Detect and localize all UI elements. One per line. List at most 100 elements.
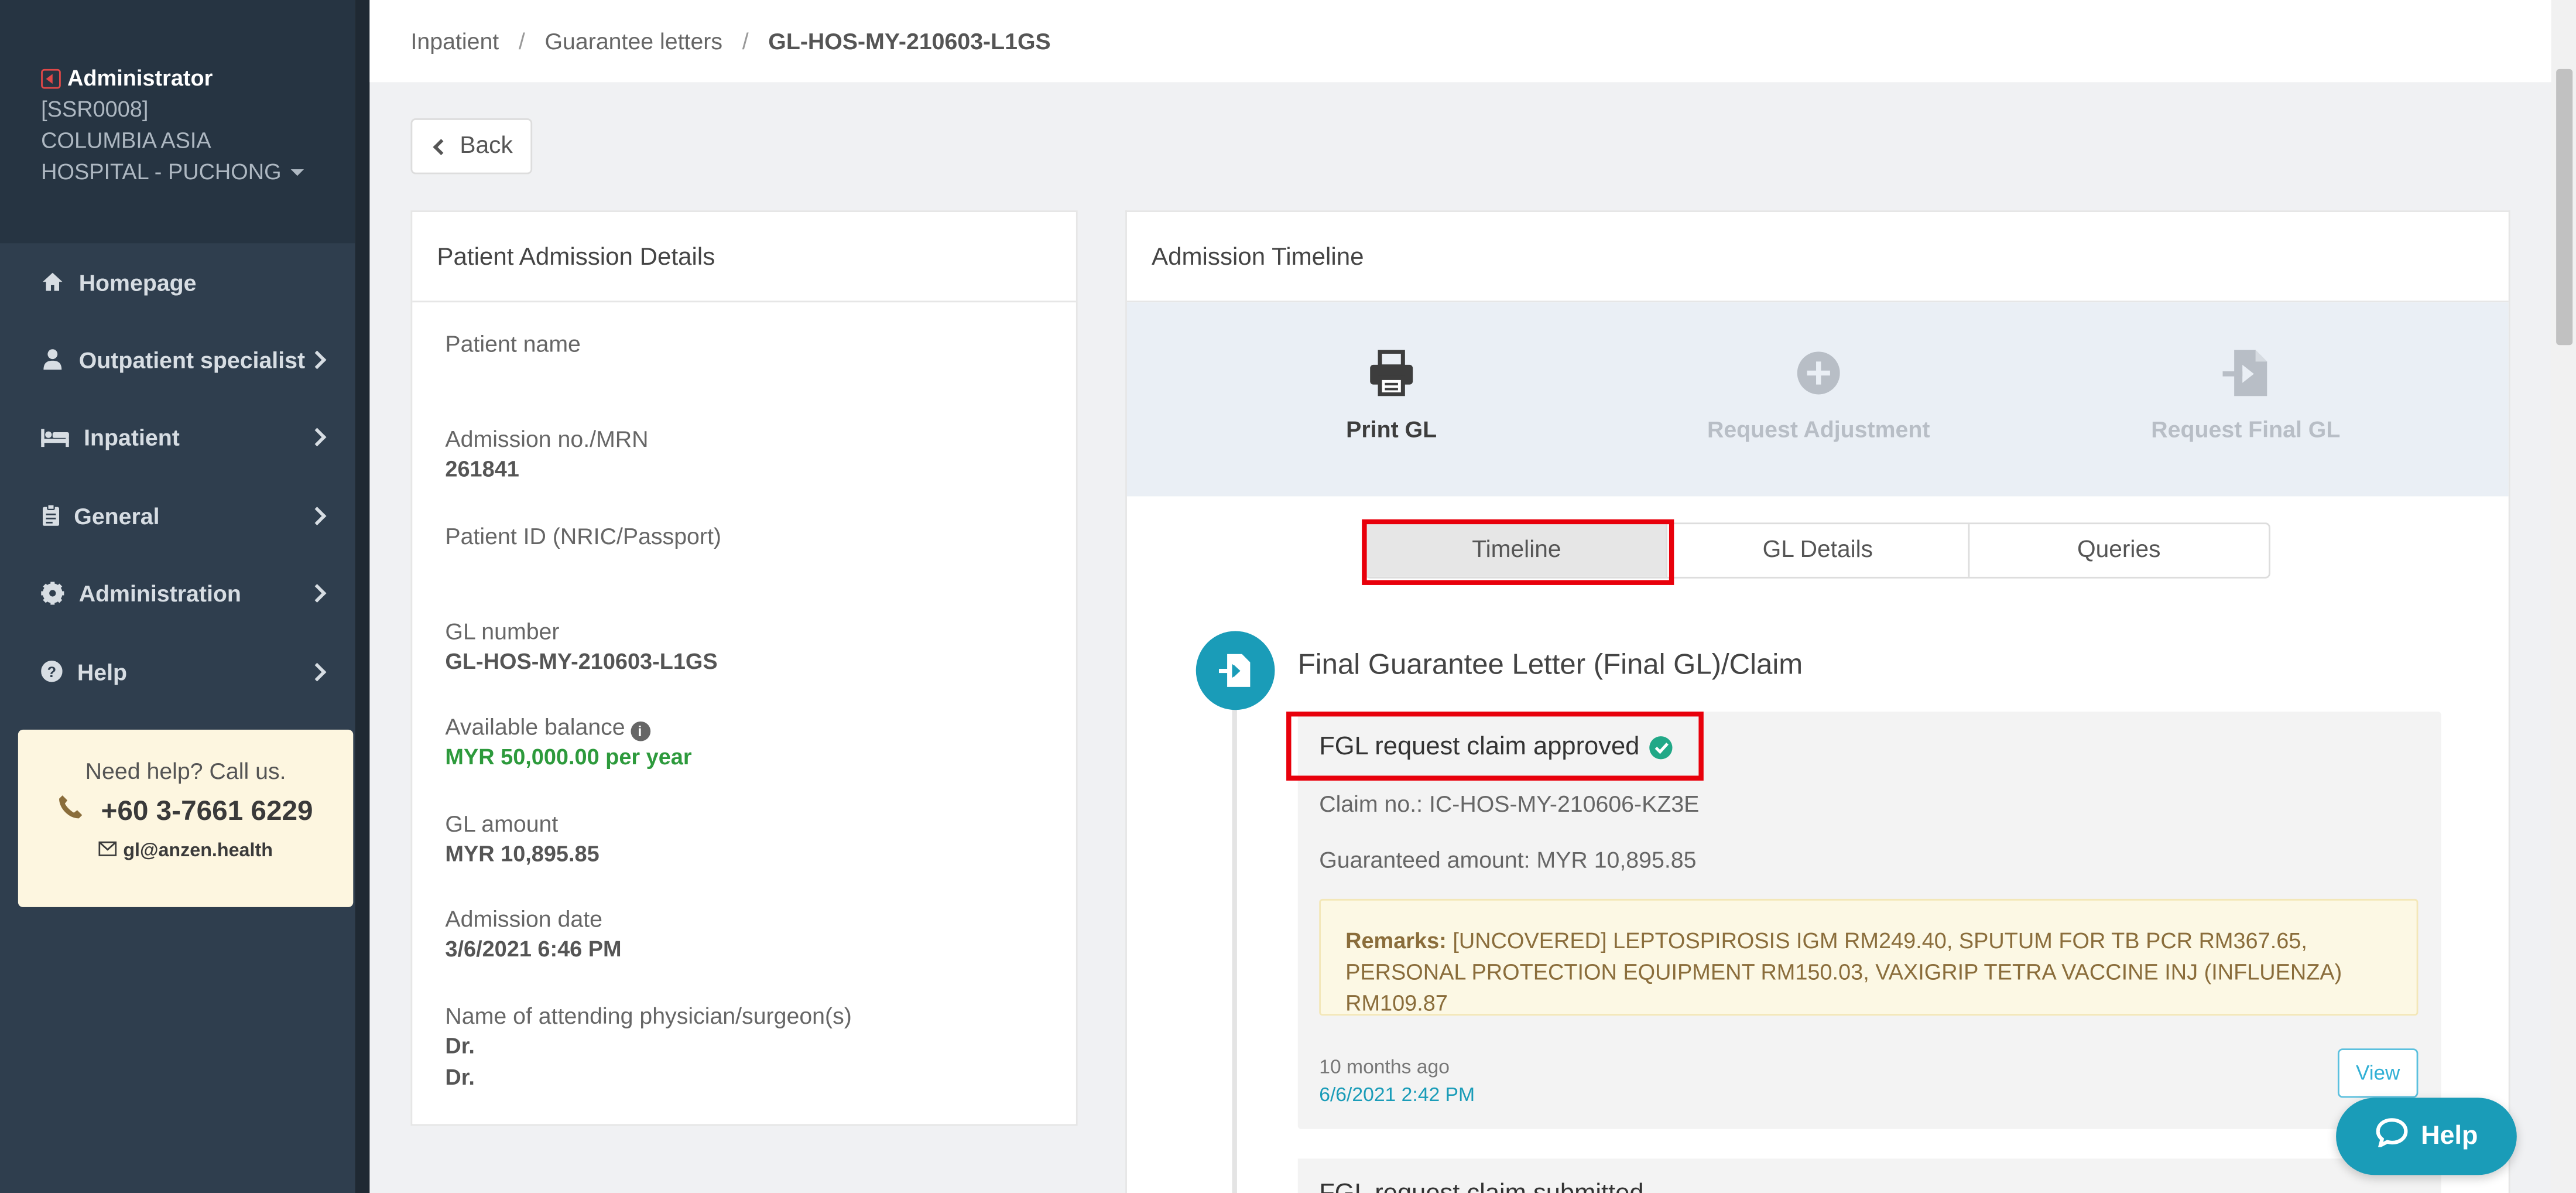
chat-bubble-icon <box>2375 1117 2408 1156</box>
field-label: Patient ID (NRIC/Passport) <box>445 522 722 549</box>
sidebar-item-administration[interactable]: Administration <box>0 555 355 633</box>
sidebar-item-homepage[interactable]: Homepage <box>0 243 355 320</box>
back-button-label: Back <box>460 133 513 160</box>
sidebar: Administrator [SSR0008] COLUMBIA ASIA HO… <box>0 0 355 1193</box>
logout-icon[interactable] <box>41 68 61 88</box>
sidebar-item-inpatient[interactable]: Inpatient <box>0 398 355 476</box>
field-gl-number: GL number GL-HOS-MY-210603-L1GS <box>445 616 717 677</box>
envelope-icon <box>98 841 117 862</box>
user-code: [SSR0008] <box>41 97 149 122</box>
back-button[interactable]: Back <box>410 118 533 175</box>
field-label: Admission no./MRN <box>445 425 649 452</box>
chevron-right-icon <box>307 662 327 681</box>
action-label: Print GL <box>1346 415 1437 442</box>
field-label: GL amount <box>445 810 559 837</box>
help-phone-number: +60 3-7661 6229 <box>101 794 313 826</box>
patient-panel-title: Patient Admission Details <box>412 212 1076 303</box>
sidebar-item-outpatient-specialist[interactable]: Outpatient specialist <box>0 320 355 398</box>
help-email-address: gl@anzen.health <box>123 841 273 862</box>
chevron-right-icon <box>307 428 327 447</box>
breadcrumb-separator: / <box>742 28 749 54</box>
sidebar-item-label: Homepage <box>78 268 197 295</box>
field-value: 3/6/2021 6:46 PM <box>445 936 622 962</box>
hospital-name: COLUMBIA ASIA HOSPITAL - PUCHONG <box>41 128 282 184</box>
highlight-box-tab <box>1362 519 1674 585</box>
request-final-gl-action[interactable]: Request Final GL <box>2081 302 2410 442</box>
caret-down-icon <box>291 170 304 177</box>
help-button[interactable]: Help <box>2336 1098 2517 1175</box>
bed-icon <box>41 426 69 449</box>
tab-gl-details[interactable]: GL Details <box>1668 524 1969 577</box>
breadcrumb-separator: / <box>518 28 525 54</box>
field-label: Patient name <box>445 330 581 357</box>
field-gl-amount: GL amount MYR 10,895.85 <box>445 809 599 870</box>
print-gl-action[interactable]: Print GL <box>1227 302 1556 442</box>
tab-queries[interactable]: Queries <box>1969 524 2269 577</box>
event-date[interactable]: 6/6/2021 2:42 PM <box>1319 1083 1475 1106</box>
field-patient-id: Patient ID (NRIC/Passport) <box>445 521 721 552</box>
request-adjustment-action[interactable]: Request Adjustment <box>1654 302 1983 442</box>
remarks-box: Remarks: [UNCOVERED] LEPTOSPIROSIS IGM R… <box>1319 898 2419 1016</box>
app-root: Administrator [SSR0008] COLUMBIA ASIA HO… <box>0 0 2576 1193</box>
field-physician: Name of attending physician/surgeon(s) D… <box>445 1001 851 1093</box>
sidebar-item-label: Outpatient specialist <box>78 346 306 373</box>
sidebar-item-label: Administration <box>78 580 241 607</box>
breadcrumb: Inpatient / Guarantee letters / GL-HOS-M… <box>369 0 2551 83</box>
field-value: 261841 <box>445 457 519 482</box>
breadcrumb-guarantee-letters[interactable]: Guarantee letters <box>544 28 722 54</box>
field-label: Name of attending physician/surgeon(s) <box>445 1002 852 1029</box>
print-icon <box>1227 345 1556 401</box>
remarks-text: [UNCOVERED] LEPTOSPIROSIS IGM RM249.40, … <box>1345 928 2342 1016</box>
field-value: Dr. <box>445 1033 475 1059</box>
timeline-line <box>1232 705 1237 1193</box>
sidebar-item-general[interactable]: General <box>0 477 355 555</box>
field-label: Admission date <box>445 905 603 932</box>
home-icon <box>41 271 64 293</box>
highlight-box-card <box>1286 711 1704 781</box>
card-title: FGL request claim submitted <box>1319 1180 1643 1193</box>
user-name: Administrator <box>67 66 213 91</box>
user-doctor-icon <box>41 348 64 371</box>
field-label-row: Available balance i <box>445 712 691 741</box>
help-email[interactable]: gl@anzen.health <box>18 841 353 862</box>
timeline-panel-title: Admission Timeline <box>1126 212 2509 303</box>
action-label: Request Final GL <box>2151 415 2341 442</box>
clipboard-icon <box>41 504 59 527</box>
chevron-right-icon <box>307 350 327 369</box>
chevron-right-icon <box>307 584 327 603</box>
sidebar-item-label: General <box>74 502 160 529</box>
patient-admission-panel: Patient Admission Details Patient name A… <box>410 210 1078 1126</box>
sidebar-item-label: Help <box>77 658 128 685</box>
info-icon[interactable]: i <box>630 721 650 741</box>
view-button[interactable]: View <box>2337 1048 2419 1098</box>
help-card-title: Need help? Call us. <box>85 757 286 784</box>
timeline-actions: Print GL Request Adjustment Request Fina… <box>1126 302 2509 497</box>
action-label: Request Adjustment <box>1707 415 1930 442</box>
gear-icon <box>41 582 64 606</box>
field-value: MYR 50,000.00 per year <box>445 744 692 770</box>
remarks-label: Remarks: <box>1345 928 1447 953</box>
field-admission-no: Admission no./MRN 261841 <box>445 424 648 485</box>
hospital-selector[interactable]: COLUMBIA ASIA HOSPITAL - PUCHONG <box>41 125 314 187</box>
file-import-icon <box>1195 631 1275 710</box>
field-value: GL-HOS-MY-210603-L1GS <box>445 649 718 674</box>
chevron-right-icon <box>307 506 327 525</box>
user-name-row[interactable]: Administrator <box>41 63 314 94</box>
user-box: Administrator [SSR0008] COLUMBIA ASIA HO… <box>0 0 355 244</box>
help-phone[interactable]: +60 3-7661 6229 <box>18 794 353 828</box>
sidebar-item-help[interactable]: ? Help <box>0 633 355 710</box>
help-contact-card: Need help? Call us. +60 3-7661 6229 gl@a… <box>18 729 354 907</box>
relative-time: 10 months ago <box>1319 1055 1450 1078</box>
question-circle-icon: ? <box>41 660 63 683</box>
plus-circle-icon <box>1654 345 1983 401</box>
sidebar-edge <box>355 0 370 1193</box>
phone-icon <box>59 794 85 828</box>
breadcrumb-inpatient[interactable]: Inpatient <box>411 28 499 54</box>
field-value: MYR 10,895.85 <box>445 841 600 866</box>
field-available-balance: Available balance i MYR 50,000.00 per yea… <box>445 712 691 772</box>
field-patient-name: Patient name <box>445 329 580 360</box>
field-label: Available balance <box>445 713 625 740</box>
field-value: Dr. <box>445 1065 475 1090</box>
page-scrollbar-thumb[interactable] <box>2556 69 2573 346</box>
field-admission-date: Admission date 3/6/2021 6:46 PM <box>445 904 621 965</box>
